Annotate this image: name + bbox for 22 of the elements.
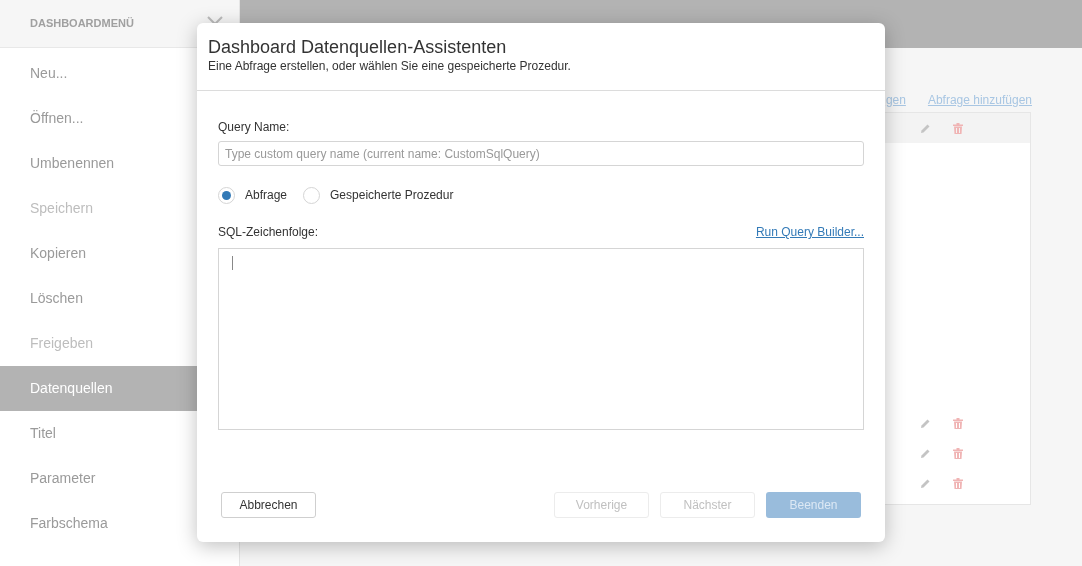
trash-icon[interactable] xyxy=(953,477,963,489)
pencil-icon[interactable] xyxy=(920,477,931,489)
dialog-title: Dashboard Datenquellen-Assistenten xyxy=(208,36,508,58)
dialog-subtitle: Eine Abfrage erstellen, oder wählen Sie eine gespeicherte Prozedur. xyxy=(208,58,572,74)
sidebar-title: DASHBOARDMENÜ xyxy=(30,16,134,32)
pencil-icon[interactable] xyxy=(920,417,931,429)
radio-label[interactable]: Abfrage xyxy=(245,186,288,204)
pencil-icon[interactable] xyxy=(920,447,931,459)
trash-icon[interactable] xyxy=(953,122,963,134)
dialog-button[interactable]: Abbrechen xyxy=(221,492,316,518)
link[interactable]: Abfrage hinzufügen xyxy=(927,91,1032,107)
text-cursor xyxy=(232,256,233,270)
radio-label[interactable]: Gespeicherte Prozedur xyxy=(330,186,454,204)
trash-icon[interactable] xyxy=(953,417,963,429)
run-query-builder-link[interactable]: Run Query Builder... xyxy=(755,223,864,241)
pencil-icon[interactable] xyxy=(920,122,931,134)
sql-text-area[interactable] xyxy=(218,248,864,430)
query-name-field[interactable]: Type custom query name (current name: CustomSqlQuery) xyxy=(218,141,864,166)
field-label: Query Name: xyxy=(218,119,291,135)
link[interactable]: gen xyxy=(885,91,906,107)
trash-icon[interactable] xyxy=(953,447,963,459)
field-label: SQL-Zeichenfolge: xyxy=(218,224,319,241)
